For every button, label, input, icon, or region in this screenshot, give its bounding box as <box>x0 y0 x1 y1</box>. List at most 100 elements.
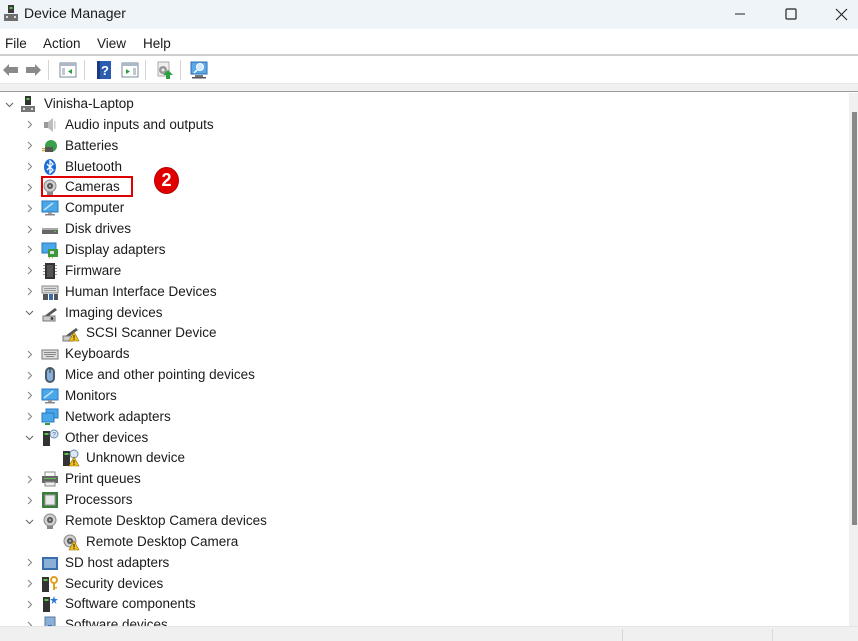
close-button[interactable] <box>818 0 858 28</box>
tree-category[interactable]: Computer <box>0 198 849 219</box>
tree-item-label: Display adapters <box>65 241 166 257</box>
tree-category[interactable]: Imaging devices <box>0 303 849 324</box>
tree-item-label: Audio inputs and outputs <box>65 116 214 132</box>
maximize-icon <box>785 8 797 20</box>
tree-category[interactable]: Batteries <box>0 136 849 157</box>
tree-category[interactable]: Processors <box>0 490 849 511</box>
tree-category[interactable]: Print queues <box>0 469 849 490</box>
tree-category[interactable]: Audio inputs and outputs <box>0 115 849 136</box>
tree-item-label: Remote Desktop Camera <box>86 533 239 549</box>
tree-category[interactable]: Network adapters <box>0 407 849 428</box>
menu-file[interactable]: File <box>5 36 27 51</box>
chevron-right-icon[interactable] <box>23 244 35 256</box>
device-tree: Vinisha-Laptop Audio inputs and outputs B… <box>0 93 849 626</box>
step-number-badge: 2 <box>154 167 179 194</box>
action-pane-button[interactable] <box>120 60 140 80</box>
maximize-button[interactable] <box>768 0 814 28</box>
menu-help[interactable]: Help <box>143 36 171 51</box>
tree-category[interactable]: Monitors <box>0 386 849 407</box>
menu-view[interactable]: View <box>97 36 126 51</box>
minimize-button[interactable] <box>717 0 763 28</box>
scrollbar-thumb[interactable] <box>852 112 857 525</box>
tree-item-label: Human Interface Devices <box>65 283 217 299</box>
forward-button[interactable] <box>23 60 43 80</box>
chevron-down-icon[interactable] <box>23 307 35 319</box>
webcam-warning-icon <box>63 534 80 551</box>
display-adapter-icon <box>41 242 58 259</box>
back-button[interactable] <box>1 60 21 80</box>
tree-category[interactable]: SD host adapters <box>0 553 849 574</box>
minimize-icon <box>735 13 745 15</box>
chevron-right-icon[interactable] <box>23 598 35 610</box>
chevron-right-icon[interactable] <box>23 223 35 235</box>
tree-item-label: Computer <box>65 200 125 216</box>
tree-root[interactable]: Vinisha-Laptop <box>0 94 849 115</box>
tree-device[interactable]: Remote Desktop Camera <box>0 532 849 553</box>
cameras-highlight-box <box>41 176 133 197</box>
tree-item-label: Keyboards <box>65 346 130 362</box>
tree-category[interactable]: ? Other devices <box>0 428 849 449</box>
close-icon <box>835 8 847 20</box>
tree-item-label: Other devices <box>65 429 149 445</box>
svg-text:?: ? <box>101 63 109 78</box>
tree-item-label: Print queues <box>65 471 141 487</box>
chevron-right-icon[interactable] <box>23 557 35 569</box>
security-key-icon <box>42 575 58 592</box>
chevron-right-icon[interactable] <box>23 161 35 173</box>
sd-card-icon <box>42 556 58 570</box>
chevron-right-icon[interactable] <box>23 619 35 626</box>
tree-category[interactable]: Software devices <box>0 615 849 626</box>
chevron-right-icon[interactable] <box>23 390 35 402</box>
network-adapter-icon <box>41 408 59 425</box>
tree-category[interactable]: Human Interface Devices <box>0 282 849 303</box>
menu-action[interactable]: Action <box>43 36 81 51</box>
software-device-icon <box>44 616 56 626</box>
webcam-icon <box>43 513 57 529</box>
tree-item-label: Software components <box>65 596 196 612</box>
chevron-right-icon[interactable] <box>23 202 35 214</box>
tree-category[interactable]: Keyboards <box>0 344 849 365</box>
tree-category[interactable]: Display adapters <box>0 240 849 261</box>
tree-item-label: Firmware <box>65 262 122 278</box>
toolbar-separator <box>48 60 49 80</box>
chevron-right-icon[interactable] <box>23 473 35 485</box>
tree-category[interactable]: Software components <box>0 594 849 615</box>
chevron-down-icon[interactable] <box>23 432 35 444</box>
chevron-right-icon[interactable] <box>23 578 35 590</box>
tree-category[interactable]: Remote Desktop Camera devices <box>0 511 849 532</box>
chevron-right-icon[interactable] <box>23 286 35 298</box>
update-driver-button[interactable] <box>154 60 174 80</box>
tree-root-label: Vinisha-Laptop <box>44 96 134 111</box>
software-component-icon <box>43 596 58 613</box>
chevron-right-icon[interactable] <box>23 265 35 277</box>
computer-tower-icon <box>21 96 35 112</box>
tree-item-label: Monitors <box>65 387 117 403</box>
tree-category[interactable]: Firmware <box>0 261 849 282</box>
tree-item-label: SD host adapters <box>65 554 170 570</box>
tree-item-label: Software devices <box>65 617 168 626</box>
tree-category[interactable]: Disk drives <box>0 219 849 240</box>
vertical-scrollbar[interactable] <box>849 93 858 626</box>
tree-category[interactable]: Bluetooth <box>0 157 849 178</box>
tree-item-label: Disk drives <box>65 221 132 237</box>
tree-device[interactable]: SCSI Scanner Device <box>0 323 849 344</box>
tree-category[interactable]: Mice and other pointing devices <box>0 365 849 386</box>
tree-device[interactable]: Unknown device <box>0 448 849 469</box>
chevron-right-icon[interactable] <box>23 140 35 152</box>
chevron-right-icon[interactable] <box>23 411 35 423</box>
console-tree-button[interactable] <box>58 60 78 80</box>
tree-category[interactable]: Security devices <box>0 574 849 595</box>
chevron-down-icon[interactable] <box>3 98 15 110</box>
status-divider <box>622 629 623 641</box>
chevron-down-icon[interactable] <box>23 515 35 527</box>
mouse-icon <box>45 367 55 384</box>
chevron-right-icon[interactable] <box>23 369 35 381</box>
toolbar-separator <box>145 60 146 80</box>
chevron-right-icon[interactable] <box>23 494 35 506</box>
chevron-right-icon[interactable] <box>23 119 35 131</box>
chevron-right-icon[interactable] <box>23 181 35 193</box>
chevron-right-icon[interactable] <box>23 348 35 360</box>
scanner-warning-icon <box>62 328 80 342</box>
help-button[interactable]: ? <box>94 60 114 80</box>
scan-hardware-button[interactable] <box>189 60 209 80</box>
